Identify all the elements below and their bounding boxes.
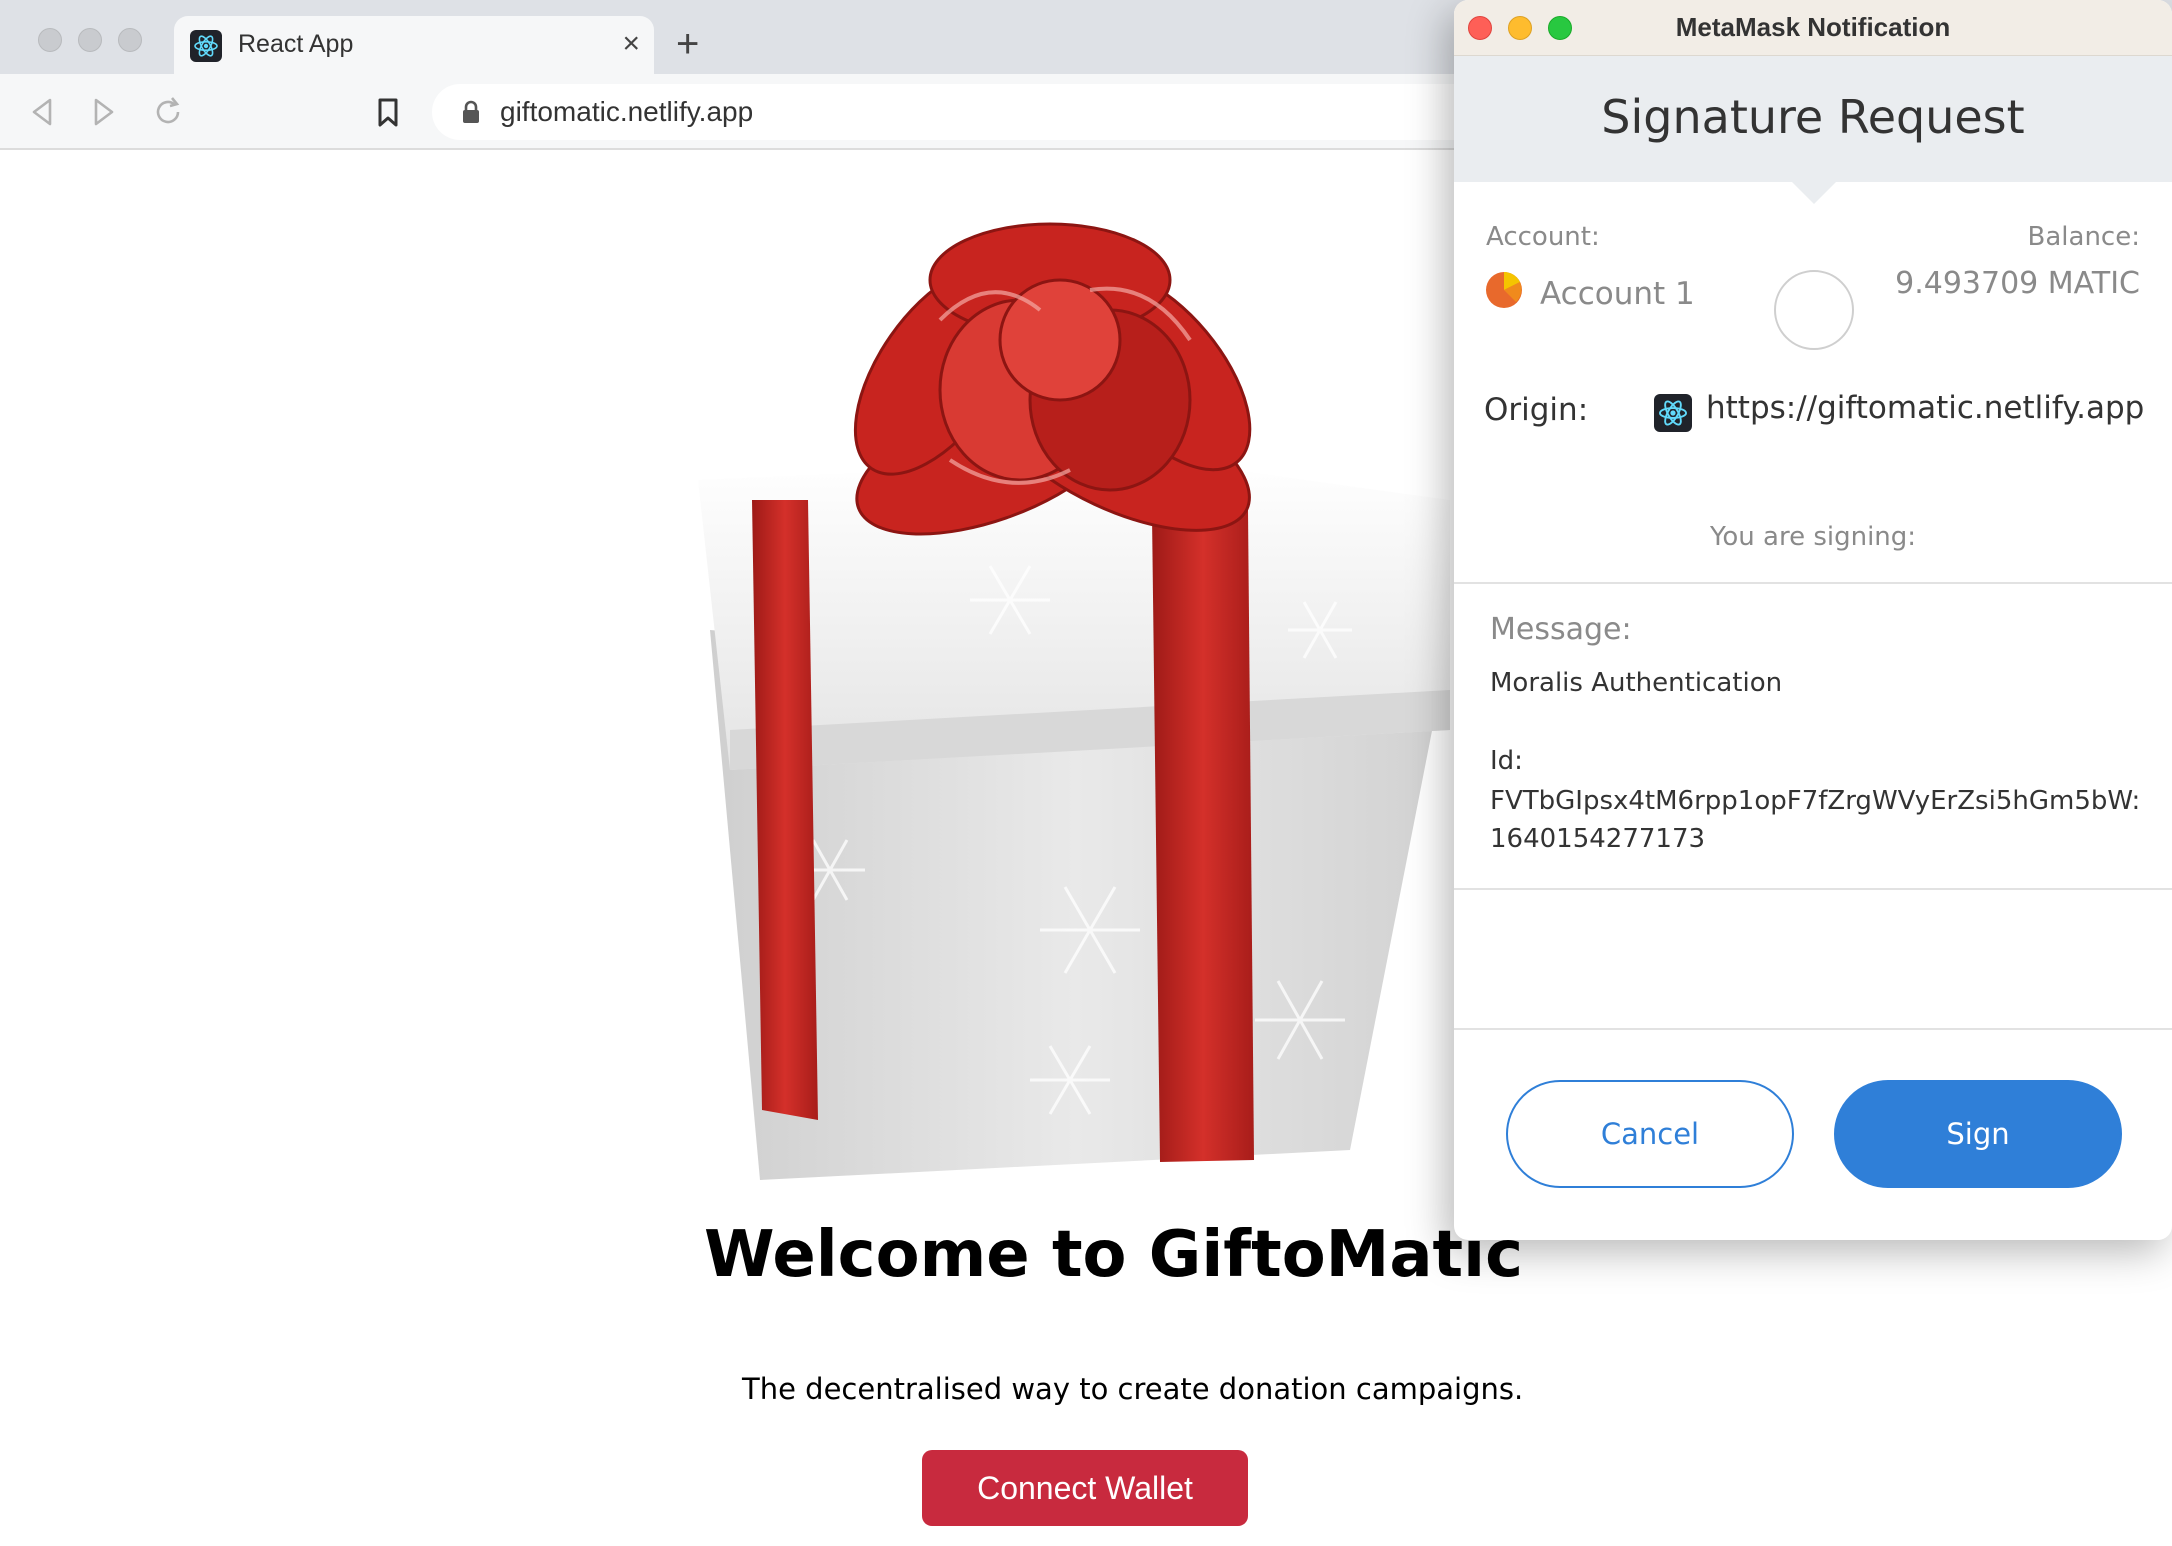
account-label: Account: xyxy=(1486,222,1600,252)
tab-title: React App xyxy=(238,30,354,58)
signature-request-heading: Signature Request xyxy=(1601,90,2025,144)
metamask-window-title: MetaMask Notification xyxy=(1675,12,1951,42)
new-tab-button[interactable]: + xyxy=(676,20,699,68)
account-identicon-icon xyxy=(1486,272,1522,308)
header-notch xyxy=(1790,180,1838,204)
url-text: giftomatic.netlify.app xyxy=(500,96,754,127)
gift-box-illustration xyxy=(690,170,1450,1190)
connect-wallet-button[interactable]: Connect Wallet xyxy=(922,1450,1248,1526)
metamask-notification-window: MetaMask Notification Signature Request … xyxy=(1454,0,2172,1240)
message-id-value: FVTbGIpsx4tM6rpp1opF7fZrgWVyErZsi5hGm5bW… xyxy=(1490,786,2141,816)
window-minimize-button[interactable] xyxy=(78,28,102,52)
lock-icon xyxy=(460,100,482,124)
balance-label: Balance: xyxy=(2027,222,2140,252)
message-id-label: Id: xyxy=(1490,746,1523,776)
page-tagline: The decentralised way to create donation… xyxy=(742,1372,1524,1406)
account-avatar-circle xyxy=(1774,270,1854,350)
back-icon[interactable] xyxy=(22,92,62,132)
origin-url: https://giftomatic.netlify.app xyxy=(1706,390,2145,426)
forward-icon[interactable] xyxy=(84,92,124,132)
message-title: Moralis Authentication xyxy=(1490,668,1783,698)
react-favicon-icon xyxy=(1654,394,1692,432)
react-favicon-icon xyxy=(190,30,222,62)
bookmark-icon[interactable] xyxy=(368,92,408,132)
cancel-button[interactable]: Cancel xyxy=(1506,1080,1794,1188)
divider xyxy=(1454,888,2172,890)
message-label: Message: xyxy=(1490,612,1632,647)
signature-request-header: Signature Request xyxy=(1454,56,2172,182)
divider xyxy=(1454,1028,2172,1030)
window-close-button[interactable] xyxy=(38,28,62,52)
window-zoom-button[interactable] xyxy=(118,28,142,52)
message-id-suffix: 1640154277173 xyxy=(1490,824,1706,854)
account-name: Account 1 xyxy=(1540,276,1695,312)
divider xyxy=(1454,582,2172,584)
origin-label: Origin: xyxy=(1484,392,1589,428)
tab-close-icon[interactable]: × xyxy=(622,26,640,62)
reload-icon[interactable] xyxy=(148,92,188,132)
signing-label: You are signing: xyxy=(1709,522,1917,552)
browser-tab-active[interactable]: React App × xyxy=(174,16,654,74)
sign-button[interactable]: Sign xyxy=(1834,1080,2122,1188)
balance-value: 9.493709 MATIC xyxy=(1895,266,2140,301)
metamask-titlebar: MetaMask Notification xyxy=(1454,0,2172,56)
